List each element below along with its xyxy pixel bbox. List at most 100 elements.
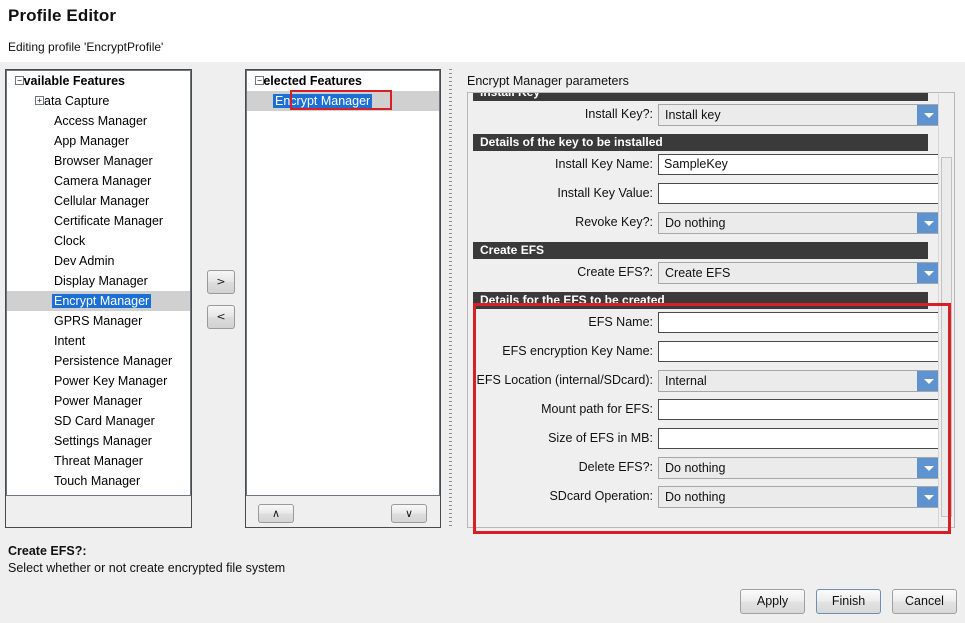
label-install-key: Install Key?: (585, 107, 653, 121)
available-feature-item-label: Touch Manager (52, 474, 142, 488)
selected-features-panel: −Selected FeaturesEncrypt Manager ∧ ∨ (245, 69, 441, 528)
field-row-efs-mount-path: Mount path for EFS: (468, 396, 938, 425)
available-feature-item-label: Encrypt Manager (52, 294, 151, 308)
field-row-sdcard-operation: SDcard Operation:Do nothing (468, 483, 938, 512)
selected-features-tree[interactable]: −Selected FeaturesEncrypt Manager (246, 70, 440, 496)
available-features-panel: −Available Features+Data CaptureAccess M… (5, 69, 192, 528)
available-feature-item[interactable]: Intent (7, 331, 190, 351)
label-efs-encryption-key-name: EFS encryption Key Name: (502, 344, 653, 358)
panel-splitter-handle[interactable] (446, 69, 455, 528)
move-down-button[interactable]: ∨ (391, 504, 427, 523)
available-feature-item-label: Dev Admin (52, 254, 116, 268)
available-feature-item[interactable]: GPRS Manager (7, 311, 190, 331)
input-efs-size-mb[interactable] (658, 428, 942, 449)
section-spacer (468, 512, 938, 516)
available-feature-item[interactable]: UI Manager (7, 491, 190, 496)
field-row-efs-encryption-key-name: EFS encryption Key Name: (468, 338, 938, 367)
available-feature-item-label: Access Manager (52, 114, 149, 128)
available-feature-item-label: Data Capture (33, 94, 111, 108)
input-install-key-name[interactable]: SampleKey (658, 154, 942, 175)
label-create-efs: Create EFS?: (577, 265, 653, 279)
available-feature-item[interactable]: Power Key Manager (7, 371, 190, 391)
available-feature-item-label: Certificate Manager (52, 214, 165, 228)
remove-feature-button[interactable]: < (207, 305, 235, 329)
parameters-form: Install KeyInstall Key?:Install key Detai… (468, 92, 938, 516)
available-feature-item[interactable]: Clock (7, 231, 190, 251)
available-feature-item[interactable]: Cellular Manager (7, 191, 190, 211)
field-row-install-key-value: Install Key Value: (468, 180, 938, 209)
available-feature-item[interactable]: Encrypt Manager (7, 291, 190, 311)
section-header-install-key: Install Key (473, 92, 928, 101)
available-feature-item[interactable]: Settings Manager (7, 431, 190, 451)
input-install-key-value[interactable] (658, 183, 942, 204)
available-feature-item[interactable]: Power Manager (7, 391, 190, 411)
available-feature-item-label: Power Manager (52, 394, 144, 408)
cancel-button[interactable]: Cancel (892, 589, 957, 614)
selected-feature-root[interactable]: −Selected Features (247, 71, 439, 91)
page-title: Profile Editor (8, 6, 116, 26)
label-install-key-value: Install Key Value: (557, 186, 653, 200)
collapse-expander-icon[interactable]: − (15, 76, 24, 85)
apply-button[interactable]: Apply (740, 589, 805, 614)
available-feature-item-label: Intent (52, 334, 87, 348)
parameters-scrollbar-thumb[interactable] (941, 157, 952, 517)
label-efs-name: EFS Name: (588, 315, 653, 329)
parameters-vertical-scrollbar[interactable] (938, 94, 953, 528)
selected-feature-root-label: Selected Features (253, 74, 364, 88)
label-efs-size-mb: Size of EFS in MB: (548, 431, 653, 445)
move-up-button[interactable]: ∧ (258, 504, 294, 523)
available-feature-item[interactable]: Access Manager (7, 111, 190, 131)
field-row-install-key: Install Key?:Install key (468, 101, 938, 130)
label-install-key-name: Install Key Name: (555, 157, 653, 171)
combo-delete-efs[interactable]: Do nothing (658, 457, 942, 479)
available-feature-item[interactable]: Dev Admin (7, 251, 190, 271)
section-header-create-efs: Create EFS (473, 242, 928, 259)
label-revoke-key: Revoke Key?: (575, 215, 653, 229)
combo-create-efs[interactable]: Create EFS (658, 262, 942, 284)
label-efs-mount-path: Mount path for EFS: (541, 402, 653, 416)
available-feature-item-label: Cellular Manager (52, 194, 151, 208)
expand-expander-icon[interactable]: + (35, 96, 44, 105)
available-feature-item-label: Browser Manager (52, 154, 155, 168)
add-feature-button[interactable]: > (207, 270, 235, 294)
available-feature-item[interactable]: Threat Manager (7, 451, 190, 471)
field-row-install-key-name: Install Key Name:SampleKey (468, 151, 938, 180)
combo-sdcard-operation[interactable]: Do nothing (658, 486, 942, 508)
available-feature-root[interactable]: −Available Features (7, 71, 190, 91)
input-efs-mount-path[interactable] (658, 399, 942, 420)
combo-revoke-key[interactable]: Do nothing (658, 212, 942, 234)
available-feature-item[interactable]: +Data Capture (7, 91, 190, 111)
collapse-expander-icon[interactable]: − (255, 76, 264, 85)
field-row-efs-location: EFS Location (internal/SDcard):Internal (468, 367, 938, 396)
status-title: Create EFS?: (8, 544, 87, 558)
available-feature-item[interactable]: Display Manager (7, 271, 190, 291)
combo-install-key[interactable]: Install key (658, 104, 942, 126)
status-area: Create EFS?: Select whether or not creat… (0, 540, 965, 583)
main-content: −Available Features+Data CaptureAccess M… (0, 62, 965, 540)
field-row-efs-name: EFS Name: (468, 309, 938, 338)
field-row-create-efs: Create EFS?:Create EFS (468, 259, 938, 288)
available-feature-item[interactable]: Camera Manager (7, 171, 190, 191)
input-efs-encryption-key-name[interactable] (658, 341, 942, 362)
combo-efs-location[interactable]: Internal (658, 370, 942, 392)
selected-feature-item[interactable]: Encrypt Manager (247, 91, 439, 111)
available-feature-item[interactable]: App Manager (7, 131, 190, 151)
available-feature-item[interactable]: Certificate Manager (7, 211, 190, 231)
dialog-button-bar: Apply Finish Cancel (0, 583, 965, 623)
available-features-tree[interactable]: −Available Features+Data CaptureAccess M… (6, 70, 191, 496)
finish-button[interactable]: Finish (816, 589, 881, 614)
section-header-efs-details: Details for the EFS to be created (473, 292, 928, 309)
available-feature-item[interactable]: Touch Manager (7, 471, 190, 491)
available-feature-item-label: Clock (52, 234, 87, 248)
available-feature-item-label: UI Manager (52, 494, 121, 496)
parameters-panel: Encrypt Manager parameters Install KeyIn… (459, 62, 965, 540)
available-feature-item-label: GPRS Manager (52, 314, 144, 328)
available-feature-item[interactable]: SD Card Manager (7, 411, 190, 431)
available-feature-item[interactable]: Persistence Manager (7, 351, 190, 371)
label-efs-location: EFS Location (internal/SDcard): (477, 373, 653, 387)
available-feature-item[interactable]: Browser Manager (7, 151, 190, 171)
status-description: Select whether or not create encrypted f… (8, 561, 285, 575)
parameters-title: Encrypt Manager parameters (467, 74, 629, 88)
input-efs-name[interactable] (658, 312, 942, 333)
available-feature-item-label: Power Key Manager (52, 374, 169, 388)
